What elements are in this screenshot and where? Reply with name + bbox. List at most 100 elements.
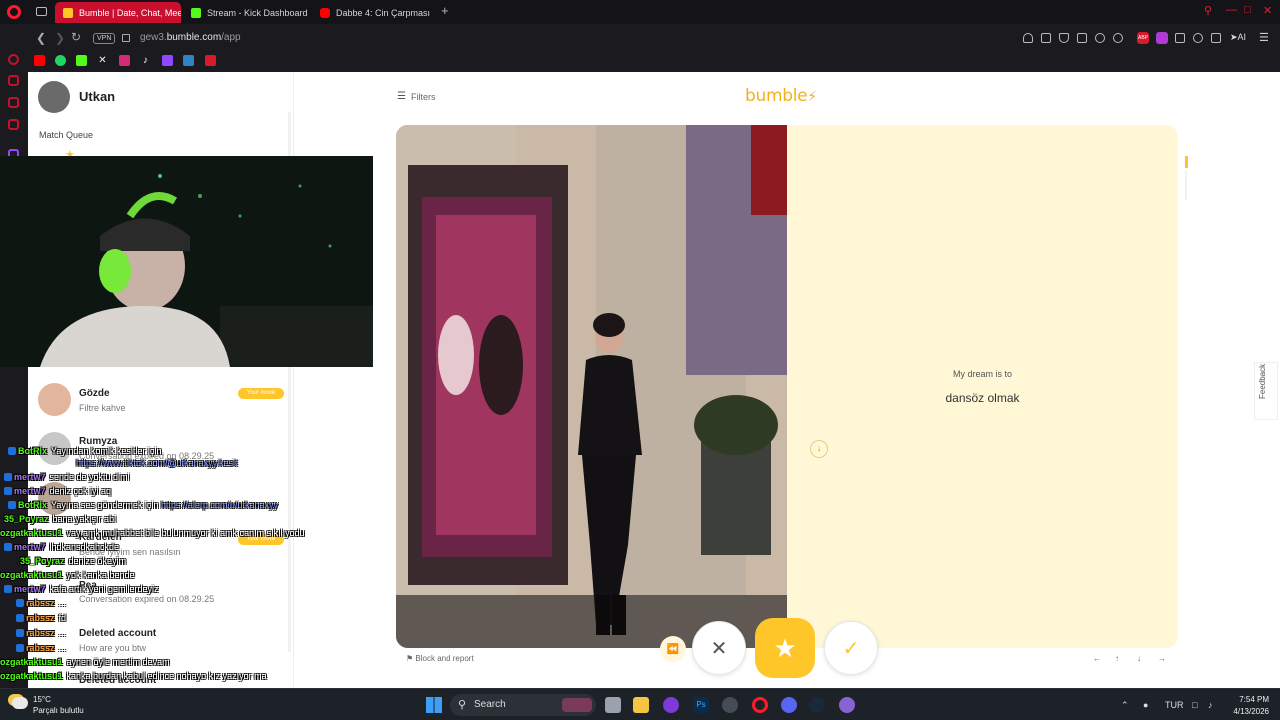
superswipe-button[interactable]: ★ — [755, 618, 815, 678]
file-explorer-icon[interactable] — [633, 697, 649, 713]
youtube-bookmark-icon[interactable] — [34, 55, 45, 66]
chat-text: ... — [58, 628, 67, 638]
profile-photo[interactable] — [396, 125, 787, 648]
filters-button[interactable]: ☰ Filters — [397, 91, 435, 102]
snapshot-icon[interactable] — [1041, 33, 1051, 43]
pass-button[interactable]: ✕ — [692, 621, 746, 675]
chat-username: mertw7 — [14, 542, 46, 552]
kick-favicon-icon — [191, 7, 201, 18]
account-icon[interactable] — [1193, 33, 1203, 43]
conversation-name[interactable]: Gözde — [79, 388, 110, 399]
pocket-icon[interactable] — [1059, 33, 1069, 43]
chat-username: rabssz — [26, 613, 55, 623]
search-tabs-icon[interactable]: ⚲ — [1204, 4, 1212, 17]
weather-icon[interactable] — [12, 697, 28, 709]
play-icon[interactable] — [1095, 33, 1105, 43]
chat-username: mertw7 — [14, 584, 46, 594]
reload-icon[interactable]: ↻ — [71, 30, 81, 44]
minimize-window-icon[interactable]: — — [1226, 4, 1237, 16]
chat-message: 35_Poyraz denize ökeyim — [20, 555, 126, 568]
tab-kick-dashboard[interactable]: Stream - Kick Dashboard — [183, 2, 311, 23]
scroll-down-icon[interactable]: ↓ — [810, 440, 828, 458]
block-report-label: Block and report — [415, 654, 474, 663]
filters-icon: ☰ — [397, 91, 406, 102]
translate-icon[interactable] — [1077, 33, 1087, 43]
task-view-icon[interactable] — [605, 697, 621, 713]
start-windows-icon[interactable] — [426, 697, 442, 713]
chat-text: Yayına ses göndermek için — [51, 500, 159, 510]
display-icon[interactable]: □ — [1192, 700, 1197, 710]
gift-bookmark-icon[interactable] — [205, 55, 216, 66]
language-indicator[interactable]: TUR — [1165, 700, 1184, 710]
sidebar-instagram-icon[interactable] — [8, 119, 19, 130]
chat-link[interactable]: https://www.tiktok.com/@utkanaxyy.kesit — [76, 458, 238, 468]
url-domain: bumble.com — [166, 32, 222, 43]
tab-label: Bumble | Date, Chat, Meet — [79, 7, 181, 18]
like-button[interactable]: ✓ — [824, 621, 878, 675]
chat-message: mertw7 sende de yoktu dimi — [4, 471, 130, 484]
taskbar-clock[interactable]: 7:54 PM 4/13/2026 — [1223, 694, 1269, 718]
user-avatar[interactable] — [38, 81, 70, 113]
subscriber-badge-icon — [4, 473, 12, 481]
sidebar-messenger-icon[interactable] — [8, 97, 19, 108]
back-icon[interactable]: ❮ — [36, 31, 46, 45]
twitch-bookmark-icon[interactable] — [162, 55, 173, 66]
match-queue-label: Match Queue — [39, 130, 94, 140]
adblock-icon[interactable]: ABP — [1137, 32, 1149, 44]
ai-button[interactable]: ➤AI — [1230, 32, 1246, 43]
tab-workspaces-icon[interactable] — [36, 7, 47, 16]
sidebar-aria-icon[interactable] — [8, 54, 19, 65]
tiktok-bookmark-icon[interactable]: ♪ — [140, 55, 151, 66]
tor-browser-icon[interactable] — [663, 697, 679, 713]
pin-icon[interactable] — [1023, 33, 1033, 43]
instagram-bookmark-icon[interactable] — [119, 55, 130, 66]
x-bookmark-icon[interactable]: ✕ — [97, 55, 108, 66]
steam-icon[interactable] — [809, 697, 825, 713]
close-window-icon[interactable]: ✕ — [1263, 4, 1272, 17]
chat-message: ozgatkaktusu1 yok kanka bende — [0, 569, 135, 582]
opera-taskbar-icon[interactable] — [752, 697, 768, 713]
url-field[interactable]: gew3.bumble.com/app — [140, 32, 241, 43]
chat-message: mertw7 deniz çok iyi aq — [4, 485, 111, 498]
extension-purple-icon[interactable] — [1156, 32, 1168, 44]
extensions-icon[interactable] — [1175, 33, 1185, 43]
chat-text: aynen öyle mertim devam — [66, 657, 170, 667]
conversation-avatar[interactable] — [38, 383, 71, 416]
new-tab-button[interactable]: + — [441, 4, 449, 18]
weather-desc: Parçalı bulutlu — [33, 706, 84, 715]
tab-bumble[interactable]: Bumble | Date, Chat, Meet — [55, 2, 181, 23]
app-icon[interactable] — [839, 697, 855, 713]
chat-link[interactable]: https://alerp.com/u/utkanaxyy — [161, 500, 278, 510]
spotify-bookmark-icon[interactable] — [55, 55, 66, 66]
chat-text: yok kanka bende — [66, 570, 135, 580]
volume-icon[interactable]: ♪ — [1208, 700, 1213, 710]
photoshop-icon[interactable]: Ps — [693, 697, 709, 713]
tab-youtube-dabbe[interactable]: Dabbe 4: Cin Çarpması | 4 — [312, 2, 432, 23]
vpn-badge[interactable]: VPN — [93, 33, 116, 44]
settings-app-icon[interactable] — [722, 697, 738, 713]
chat-username: ozgatkaktusu1 — [0, 528, 63, 538]
lock-icon[interactable] — [122, 34, 130, 42]
tab-label: Stream - Kick Dashboard — [207, 7, 308, 18]
discord-icon[interactable] — [781, 697, 797, 713]
kick-bookmark-icon[interactable] — [76, 55, 87, 66]
feedback-tab[interactable]: Feedback — [1254, 362, 1278, 420]
sidebar-bag-icon[interactable] — [8, 75, 19, 86]
heart-icon[interactable] — [1113, 33, 1123, 43]
easy-setup-menu-icon[interactable]: ☰ — [1259, 31, 1269, 44]
opera-menu-icon[interactable] — [7, 5, 21, 19]
filters-label: Filters — [410, 91, 436, 102]
streamlabs-bookmark-icon[interactable] — [183, 55, 194, 66]
download-icon[interactable] — [1211, 33, 1221, 43]
weather-widget[interactable]: 15°C Parçalı bulutlu — [33, 694, 84, 716]
user-name[interactable]: Utkan — [79, 89, 115, 104]
taskbar-search[interactable]: ⚲ Search — [450, 694, 596, 716]
tray-overflow-icon[interactable]: ⌃ — [1121, 700, 1129, 711]
chat-message: ozgatkaktusu1 kanka burdan kabul edince n… — [0, 670, 267, 683]
bumble-logo[interactable]: bumble⚡ — [745, 86, 817, 106]
maximize-window-icon[interactable]: □ — [1244, 4, 1251, 16]
microphone-icon[interactable]: ● — [1143, 700, 1148, 710]
backtrack-button[interactable]: ⏪ — [660, 636, 686, 662]
forward-icon[interactable]: ❯ — [55, 31, 65, 45]
lightning-icon: ⚡ — [807, 89, 817, 105]
